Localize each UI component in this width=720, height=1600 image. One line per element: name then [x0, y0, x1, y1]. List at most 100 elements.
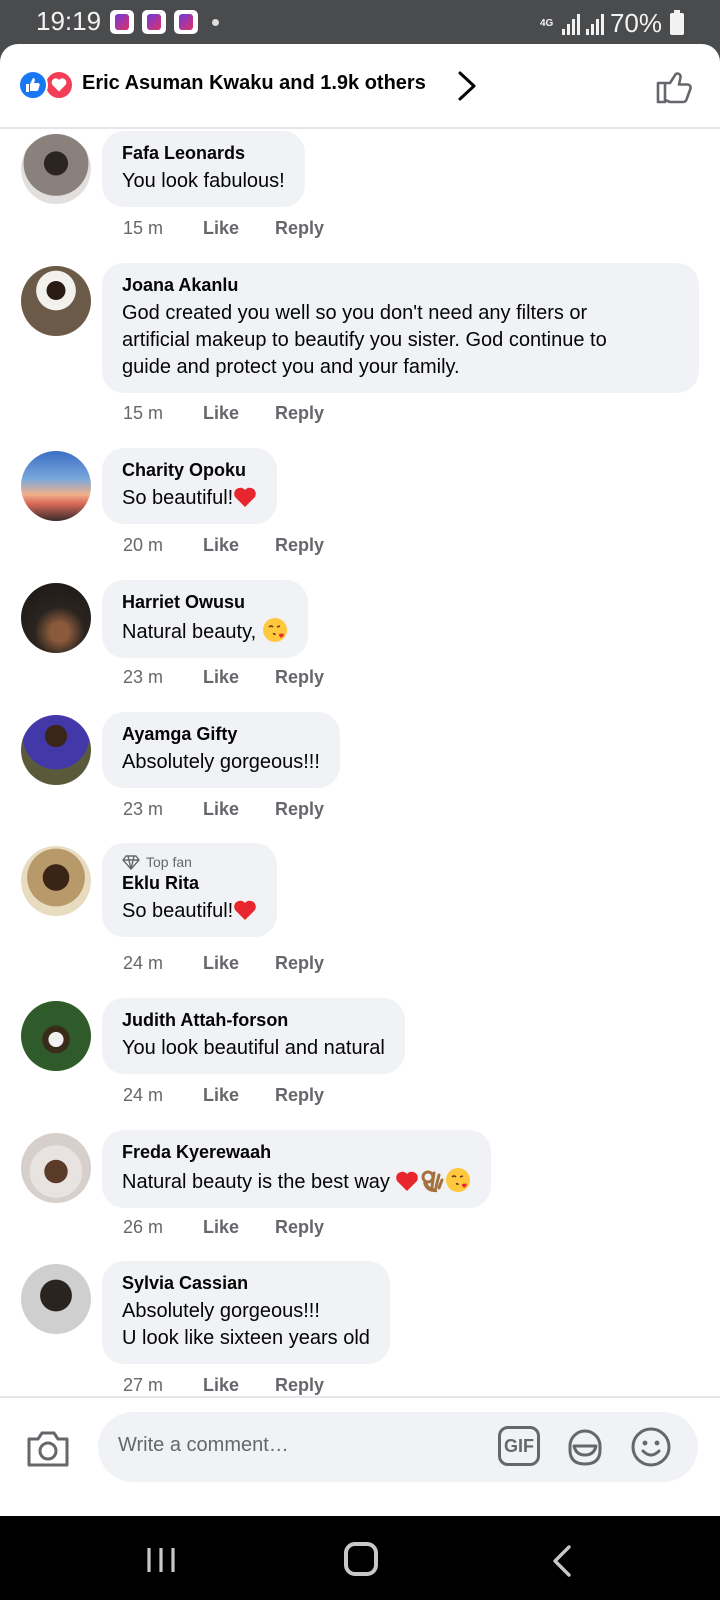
avatar[interactable]	[21, 1001, 91, 1071]
comment-actions: 24 m Like Reply	[123, 1085, 324, 1106]
like-button[interactable]: Like	[203, 667, 275, 688]
reply-button[interactable]: Reply	[275, 953, 324, 974]
commenter-name[interactable]: Sylvia Cassian	[122, 1272, 370, 1294]
avatar[interactable]	[21, 1133, 91, 1203]
avatar[interactable]	[21, 846, 91, 916]
comment-line: Natural beauty,	[122, 621, 257, 643]
avatar[interactable]	[21, 451, 91, 521]
kissing-face-emoji-icon	[262, 618, 287, 642]
app-notification-icon	[110, 10, 134, 34]
comment-time: 23 m	[123, 667, 164, 687]
comment-line: So beautiful!	[122, 487, 234, 509]
like-button[interactable]: Like	[203, 535, 275, 556]
more-notifications-icon	[212, 18, 219, 26]
comment-line: Absolutely gorgeous!!!	[122, 1300, 320, 1322]
reply-button[interactable]: Reply	[275, 1217, 324, 1238]
commenter-name[interactable]: Ayamga Gifty	[122, 723, 320, 745]
comment-line: So beautiful!	[122, 900, 234, 922]
comment-actions: 27 m Like Reply	[123, 1375, 324, 1396]
notification-icons	[110, 10, 219, 34]
reply-button[interactable]: Reply	[275, 535, 324, 556]
signal-icon	[585, 13, 604, 35]
like-button[interactable]: Like	[203, 1217, 275, 1238]
comment-bubble[interactable]: Joana Akanlu God created you well so you…	[102, 263, 699, 393]
comment-actions: 23 m Like Reply	[123, 799, 324, 820]
comment-bubble[interactable]: Top fan Eklu Rita So beautiful!	[102, 843, 278, 937]
red-heart-emoji-icon	[234, 900, 257, 920]
reactions-summary[interactable]: Eric Asuman Kwaku and 1.9k others	[82, 72, 426, 95]
avatar[interactable]	[21, 1264, 91, 1334]
comment-actions: 24 m Like Reply	[123, 953, 324, 974]
comment-bubble[interactable]: Fafa Leonards You look fabulous!	[102, 131, 305, 207]
comment-bubble[interactable]: Judith Attah-forson You look beautiful a…	[102, 998, 405, 1074]
avatar[interactable]	[21, 583, 91, 653]
diamond-icon	[122, 854, 140, 870]
reaction-icons	[18, 70, 76, 100]
comment-time: 20 m	[123, 535, 164, 555]
gif-button[interactable]: GIF	[498, 1426, 540, 1466]
comment-text: God created you well so you don't need a…	[122, 300, 679, 381]
commenter-name[interactable]: Judith Attah-forson	[122, 1009, 385, 1031]
like-button[interactable]: Like	[203, 953, 275, 974]
comment-actions: 15 m Like Reply	[123, 218, 324, 239]
comment-text: You look beautiful and natural	[122, 1037, 385, 1059]
comment-bubble[interactable]: Harriet Owusu Natural beauty,	[102, 580, 308, 658]
like-button[interactable]: Like	[203, 1085, 275, 1106]
system-nav-bar	[0, 1516, 720, 1600]
comment-line: guide and protect you and your family.	[122, 356, 460, 378]
kissing-face-emoji-icon	[446, 1168, 471, 1192]
commenter-name[interactable]: Charity Opoku	[122, 459, 257, 481]
avatar[interactable]	[21, 134, 91, 204]
back-icon[interactable]	[550, 1544, 574, 1578]
like-button[interactable]: Like	[203, 218, 275, 239]
comment-text: Absolutely gorgeous!!!	[122, 751, 320, 773]
comment-bubble[interactable]: Freda Kyerewaah Natural beauty is the be…	[102, 1130, 492, 1208]
commenter-name[interactable]: Harriet Owusu	[122, 591, 288, 613]
battery-percent: 70%	[609, 8, 662, 38]
commenter-name[interactable]: Fafa Leonards	[122, 142, 285, 164]
reply-button[interactable]: Reply	[275, 218, 324, 239]
emoji-icon[interactable]	[630, 1426, 672, 1468]
comment-time: 15 m	[123, 403, 164, 423]
avatar[interactable]	[21, 715, 91, 785]
comment-text: So beautiful!	[122, 485, 257, 512]
commenter-name[interactable]: Freda Kyerewaah	[122, 1141, 471, 1163]
comment-time: 24 m	[123, 1085, 164, 1105]
chevron-right-icon[interactable]	[452, 70, 482, 102]
comment-composer: Write a comment… GIF	[0, 1396, 720, 1516]
comment-input[interactable]: Write a comment… GIF	[98, 1412, 698, 1482]
comment-bubble[interactable]: Ayamga Gifty Absolutely gorgeous!!!	[102, 712, 340, 788]
like-button[interactable]: Like	[203, 1375, 275, 1396]
reply-button[interactable]: Reply	[275, 799, 324, 820]
comment-time: 27 m	[123, 1375, 164, 1395]
like-icon	[18, 70, 48, 100]
app-notification-icon	[174, 10, 198, 34]
comment-line: artificial makeup to beautify you sister…	[122, 329, 607, 351]
comment-actions: 15 m Like Reply	[123, 403, 324, 424]
status-time: 19:19	[36, 6, 102, 36]
commenter-name[interactable]: Eklu Rita	[122, 872, 257, 894]
like-button[interactable]: Like	[203, 403, 275, 424]
comment-bubble[interactable]: Sylvia Cassian Absolutely gorgeous!!! U …	[102, 1261, 390, 1364]
reply-button[interactable]: Reply	[275, 403, 324, 424]
battery-icon	[670, 9, 684, 35]
reply-button[interactable]: Reply	[275, 1085, 324, 1106]
reactions-header[interactable]: Eric Asuman Kwaku and 1.9k others	[0, 44, 720, 129]
reply-button[interactable]: Reply	[275, 1375, 324, 1396]
thumbs-up-icon[interactable]	[654, 66, 694, 106]
status-bar: 19:19 4G 70%	[0, 0, 720, 44]
badge-label: Top fan	[146, 854, 192, 870]
like-button[interactable]: Like	[203, 799, 275, 820]
home-icon[interactable]	[344, 1542, 378, 1576]
recent-apps-icon[interactable]	[146, 1546, 176, 1574]
comment-bubble[interactable]: Charity Opoku So beautiful!	[102, 448, 278, 524]
comment-text: Natural beauty,	[122, 617, 288, 646]
avatar[interactable]	[21, 266, 91, 336]
sticker-icon[interactable]	[564, 1426, 606, 1468]
red-heart-emoji-icon	[234, 487, 257, 507]
comment-time: 26 m	[123, 1217, 164, 1237]
comment-text: You look fabulous!	[122, 170, 285, 192]
commenter-name[interactable]: Joana Akanlu	[122, 274, 679, 296]
reply-button[interactable]: Reply	[275, 667, 324, 688]
camera-icon[interactable]	[26, 1428, 70, 1468]
